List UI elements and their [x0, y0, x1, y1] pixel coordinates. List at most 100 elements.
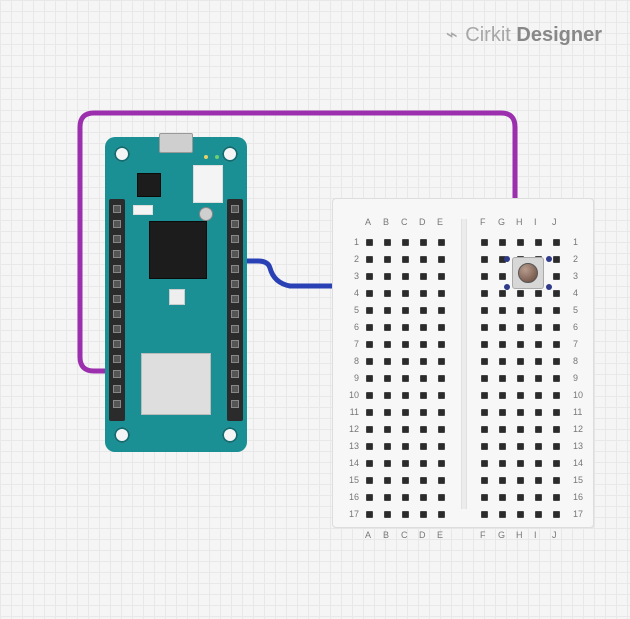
breadboard-tie-point[interactable]: [499, 375, 506, 382]
breadboard-tie-point[interactable]: [517, 358, 524, 365]
breadboard-tie-point[interactable]: [366, 392, 373, 399]
breadboard-tie-point[interactable]: [438, 307, 445, 314]
header-pin[interactable]: [113, 280, 121, 288]
breadboard-tie-point[interactable]: [402, 358, 409, 365]
header-pin[interactable]: [113, 205, 121, 213]
breadboard-tie-point[interactable]: [499, 358, 506, 365]
header-pin[interactable]: [231, 265, 239, 273]
breadboard-tie-point[interactable]: [384, 494, 391, 501]
breadboard-tie-point[interactable]: [535, 460, 542, 467]
header-pin[interactable]: [113, 355, 121, 363]
breadboard-tie-point[interactable]: [481, 273, 488, 280]
header-pin[interactable]: [113, 385, 121, 393]
breadboard-tie-point[interactable]: [420, 307, 427, 314]
breadboard-tie-point[interactable]: [517, 460, 524, 467]
breadboard-tie-point[interactable]: [420, 477, 427, 484]
breadboard-tie-point[interactable]: [384, 341, 391, 348]
breadboard-tie-point[interactable]: [384, 409, 391, 416]
breadboard-tie-point[interactable]: [384, 477, 391, 484]
breadboard-tie-point[interactable]: [402, 324, 409, 331]
breadboard-tie-point[interactable]: [535, 409, 542, 416]
breadboard-tie-point[interactable]: [499, 443, 506, 450]
breadboard-tie-point[interactable]: [553, 239, 560, 246]
breadboard-tie-point[interactable]: [499, 477, 506, 484]
header-pin[interactable]: [231, 280, 239, 288]
breadboard-tie-point[interactable]: [384, 460, 391, 467]
breadboard-tie-point[interactable]: [553, 307, 560, 314]
breadboard-tie-point[interactable]: [384, 273, 391, 280]
breadboard-tie-point[interactable]: [499, 511, 506, 518]
breadboard-tie-point[interactable]: [420, 392, 427, 399]
breadboard-tie-point[interactable]: [499, 307, 506, 314]
breadboard-tie-point[interactable]: [366, 273, 373, 280]
breadboard-tie-point[interactable]: [481, 477, 488, 484]
breadboard-tie-point[interactable]: [384, 358, 391, 365]
breadboard-tie-point[interactable]: [420, 341, 427, 348]
breadboard-tie-point[interactable]: [553, 409, 560, 416]
pushbutton-cap-icon[interactable]: [518, 263, 538, 283]
breadboard-tie-point[interactable]: [499, 239, 506, 246]
breadboard-tie-point[interactable]: [553, 443, 560, 450]
breadboard-tie-point[interactable]: [420, 375, 427, 382]
breadboard-tie-point[interactable]: [402, 477, 409, 484]
breadboard-tie-point[interactable]: [366, 409, 373, 416]
breadboard-tie-point[interactable]: [420, 239, 427, 246]
breadboard-tie-point[interactable]: [517, 239, 524, 246]
breadboard-tie-point[interactable]: [366, 256, 373, 263]
breadboard-tie-point[interactable]: [499, 426, 506, 433]
breadboard-tie-point[interactable]: [481, 409, 488, 416]
breadboard-tie-point[interactable]: [420, 409, 427, 416]
breadboard-tie-point[interactable]: [481, 426, 488, 433]
breadboard-tie-point[interactable]: [535, 375, 542, 382]
breadboard-tie-point[interactable]: [553, 460, 560, 467]
breadboard-tie-point[interactable]: [499, 273, 506, 280]
breadboard-tie-point[interactable]: [438, 273, 445, 280]
breadboard[interactable]: AABBCCDDEEFFGGHHIIJJ11223344556677889910…: [332, 198, 594, 528]
breadboard-tie-point[interactable]: [499, 409, 506, 416]
breadboard-tie-point[interactable]: [438, 460, 445, 467]
breadboard-tie-point[interactable]: [402, 341, 409, 348]
header-pin[interactable]: [231, 235, 239, 243]
breadboard-tie-point[interactable]: [366, 375, 373, 382]
breadboard-tie-point[interactable]: [402, 375, 409, 382]
breadboard-tie-point[interactable]: [499, 324, 506, 331]
breadboard-tie-point[interactable]: [420, 358, 427, 365]
breadboard-tie-point[interactable]: [384, 392, 391, 399]
reset-button[interactable]: [199, 207, 213, 221]
breadboard-tie-point[interactable]: [438, 409, 445, 416]
breadboard-tie-point[interactable]: [402, 392, 409, 399]
breadboard-tie-point[interactable]: [553, 477, 560, 484]
breadboard-tie-point[interactable]: [402, 273, 409, 280]
breadboard-tie-point[interactable]: [517, 307, 524, 314]
header-pin[interactable]: [113, 250, 121, 258]
breadboard-tie-point[interactable]: [438, 392, 445, 399]
breadboard-tie-point[interactable]: [438, 324, 445, 331]
header-pin[interactable]: [113, 220, 121, 228]
breadboard-tie-point[interactable]: [420, 460, 427, 467]
breadboard-tie-point[interactable]: [499, 494, 506, 501]
breadboard-tie-point[interactable]: [481, 358, 488, 365]
breadboard-tie-point[interactable]: [384, 239, 391, 246]
breadboard-tie-point[interactable]: [366, 358, 373, 365]
pin-header-left[interactable]: [109, 199, 125, 421]
breadboard-tie-point[interactable]: [438, 511, 445, 518]
breadboard-tie-point[interactable]: [481, 341, 488, 348]
header-pin[interactable]: [113, 235, 121, 243]
breadboard-tie-point[interactable]: [366, 426, 373, 433]
breadboard-tie-point[interactable]: [517, 324, 524, 331]
breadboard-tie-point[interactable]: [438, 341, 445, 348]
breadboard-tie-point[interactable]: [481, 494, 488, 501]
header-pin[interactable]: [231, 400, 239, 408]
breadboard-tie-point[interactable]: [481, 324, 488, 331]
header-pin[interactable]: [231, 325, 239, 333]
breadboard-tie-point[interactable]: [553, 256, 560, 263]
breadboard-tie-point[interactable]: [438, 358, 445, 365]
breadboard-tie-point[interactable]: [499, 290, 506, 297]
breadboard-tie-point[interactable]: [402, 494, 409, 501]
breadboard-tie-point[interactable]: [553, 324, 560, 331]
breadboard-tie-point[interactable]: [384, 375, 391, 382]
breadboard-tie-point[interactable]: [366, 290, 373, 297]
breadboard-tie-point[interactable]: [402, 307, 409, 314]
breadboard-tie-point[interactable]: [553, 494, 560, 501]
breadboard-tie-point[interactable]: [535, 239, 542, 246]
